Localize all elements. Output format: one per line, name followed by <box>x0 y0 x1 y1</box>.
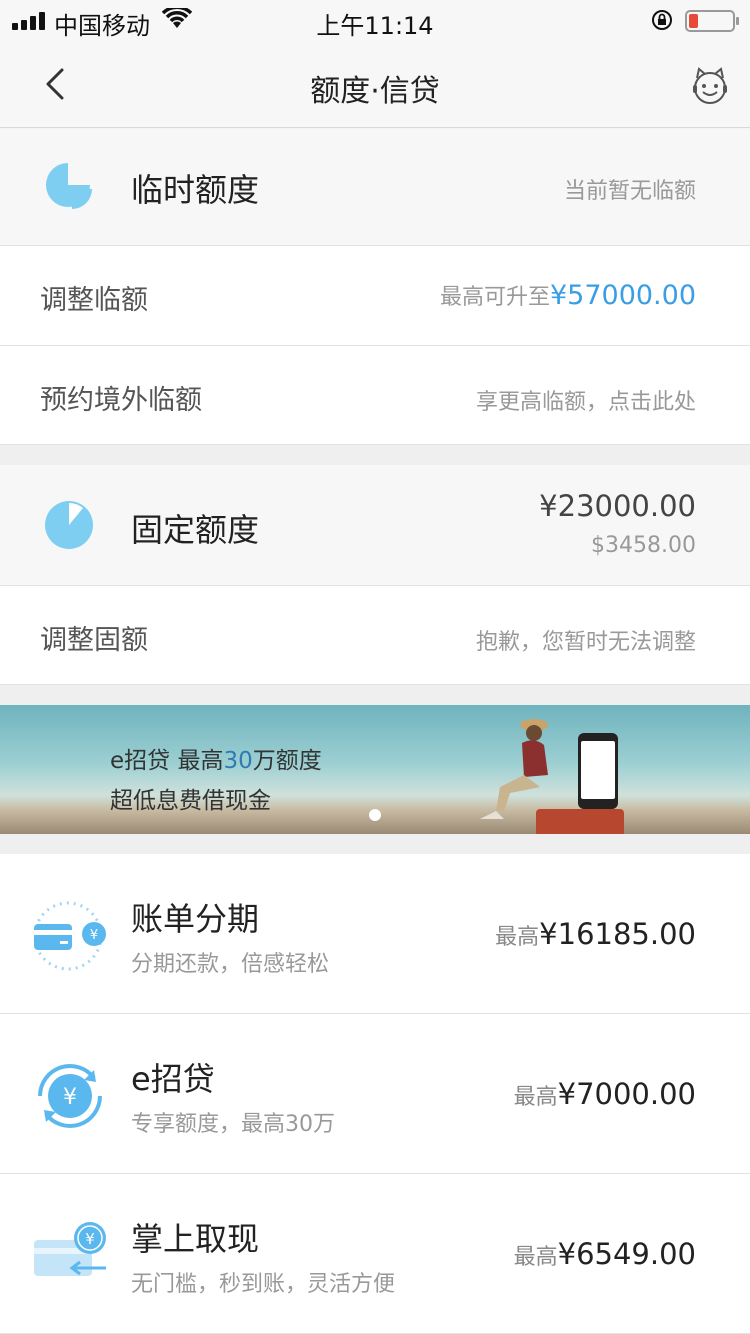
section-divider <box>0 685 750 705</box>
nav-bar: 额度·信贷 <box>0 40 750 128</box>
product-row-cash-withdraw[interactable]: ¥ 掌上取现 无门槛，秒到账，灵活方便 最高¥6549.00 <box>0 1174 750 1334</box>
product-amount-value: ¥16185.00 <box>539 917 696 951</box>
section-divider <box>0 834 750 854</box>
robot-assistant-icon[interactable] <box>688 64 732 108</box>
adjust-fixed-hint: 抱歉，您暂时无法调整 <box>475 630 696 655</box>
adjust-temp-prefix: 最高可升至 <box>439 285 550 310</box>
adjust-temp-label: 调整临额 <box>40 285 148 316</box>
fixed-limit-section: 固定额度 ¥23000.00 $3458.00 <box>0 465 750 586</box>
adjust-temp-amount: ¥57000.00 <box>549 280 696 311</box>
temp-limit-title: 临时额度 <box>131 171 260 209</box>
banner-headline-a: e招贷 最高 <box>110 748 224 774</box>
banner-headline: e招贷 最高30万额度 <box>110 741 322 775</box>
temp-limit-status: 当前暂无临额 <box>563 179 696 204</box>
carousel-indicator[interactable] <box>369 809 381 821</box>
rotation-lock-icon <box>652 10 672 30</box>
product-row-bill-installment[interactable]: ¥ 账单分期 分期还款，倍感轻松 最高¥16185.00 <box>0 854 750 1014</box>
pie-chart-icon <box>46 163 92 209</box>
battery-icon <box>685 10 739 32</box>
overseas-label: 预约境外临额 <box>40 385 202 416</box>
product-subtitle: 分期还款，倍感轻松 <box>131 952 330 977</box>
adjust-temp-limit-row[interactable]: 调整临额 最高可升至¥57000.00 <box>0 246 750 346</box>
overseas-hint: 享更高临额，点击此处 <box>475 390 696 415</box>
product-amount: 最高¥16185.00 <box>495 917 696 951</box>
cash-withdraw-icon: ¥ <box>34 1222 106 1276</box>
adjust-temp-max: 最高可升至¥57000.00 <box>440 279 696 311</box>
adjust-fixed-label: 调整固额 <box>40 625 148 656</box>
yuan-cycle-icon: ¥ <box>38 1064 102 1128</box>
product-amount: 最高¥6549.00 <box>514 1237 696 1271</box>
product-subtitle: 无门槛，秒到账，灵活方便 <box>131 1272 396 1297</box>
banner-subline: 超低息费借现金 <box>110 788 271 814</box>
suitcase-illustration <box>536 809 624 834</box>
promo-banner[interactable]: e招贷 最高30万额度 超低息费借现金 <box>0 705 750 834</box>
pie-chart-icon <box>45 501 93 549</box>
svg-text:¥: ¥ <box>90 928 98 943</box>
product-title: e招贷 <box>131 1060 215 1098</box>
product-amount-prefix: 最高 <box>513 1245 558 1270</box>
product-title: 掌上取现 <box>131 1220 260 1258</box>
phone-illustration <box>578 733 618 809</box>
status-time: 上午11:14 <box>316 12 434 40</box>
fixed-limit-usd: $3458.00 <box>591 533 696 558</box>
adjust-fixed-limit-row[interactable]: 调整固额 抱歉，您暂时无法调整 <box>0 586 750 685</box>
product-title: 账单分期 <box>131 900 260 938</box>
credit-card-installment-icon: ¥ <box>33 901 106 971</box>
product-amount-value: ¥7000.00 <box>557 1077 696 1111</box>
product-amount: 最高¥7000.00 <box>514 1077 696 1111</box>
fixed-limit-title: 固定额度 <box>131 511 260 549</box>
banner-headline-b: 万额度 <box>252 748 322 774</box>
product-subtitle: 专享额度，最高30万 <box>131 1112 335 1137</box>
product-amount-prefix: 最高 <box>513 1085 558 1110</box>
product-row-e-loan[interactable]: ¥ e招贷 专享额度，最高30万 最高¥7000.00 <box>0 1014 750 1174</box>
svg-text:¥: ¥ <box>63 1085 77 1110</box>
section-divider <box>0 445 750 465</box>
fixed-limit-cny: ¥23000.00 <box>539 489 696 523</box>
banner-headline-highlight: 30 <box>223 748 253 774</box>
product-amount-prefix: 最高 <box>495 925 540 950</box>
overseas-temp-limit-row[interactable]: 预约境外临额 享更高临额，点击此处 <box>0 346 750 445</box>
svg-text:¥: ¥ <box>85 1230 95 1248</box>
page-title: 额度·信贷 <box>310 74 440 109</box>
temp-limit-section: 临时额度 当前暂无临额 <box>0 129 750 246</box>
status-bar: 中国移动 上午11:14 <box>0 0 750 40</box>
product-amount-value: ¥6549.00 <box>557 1237 696 1271</box>
